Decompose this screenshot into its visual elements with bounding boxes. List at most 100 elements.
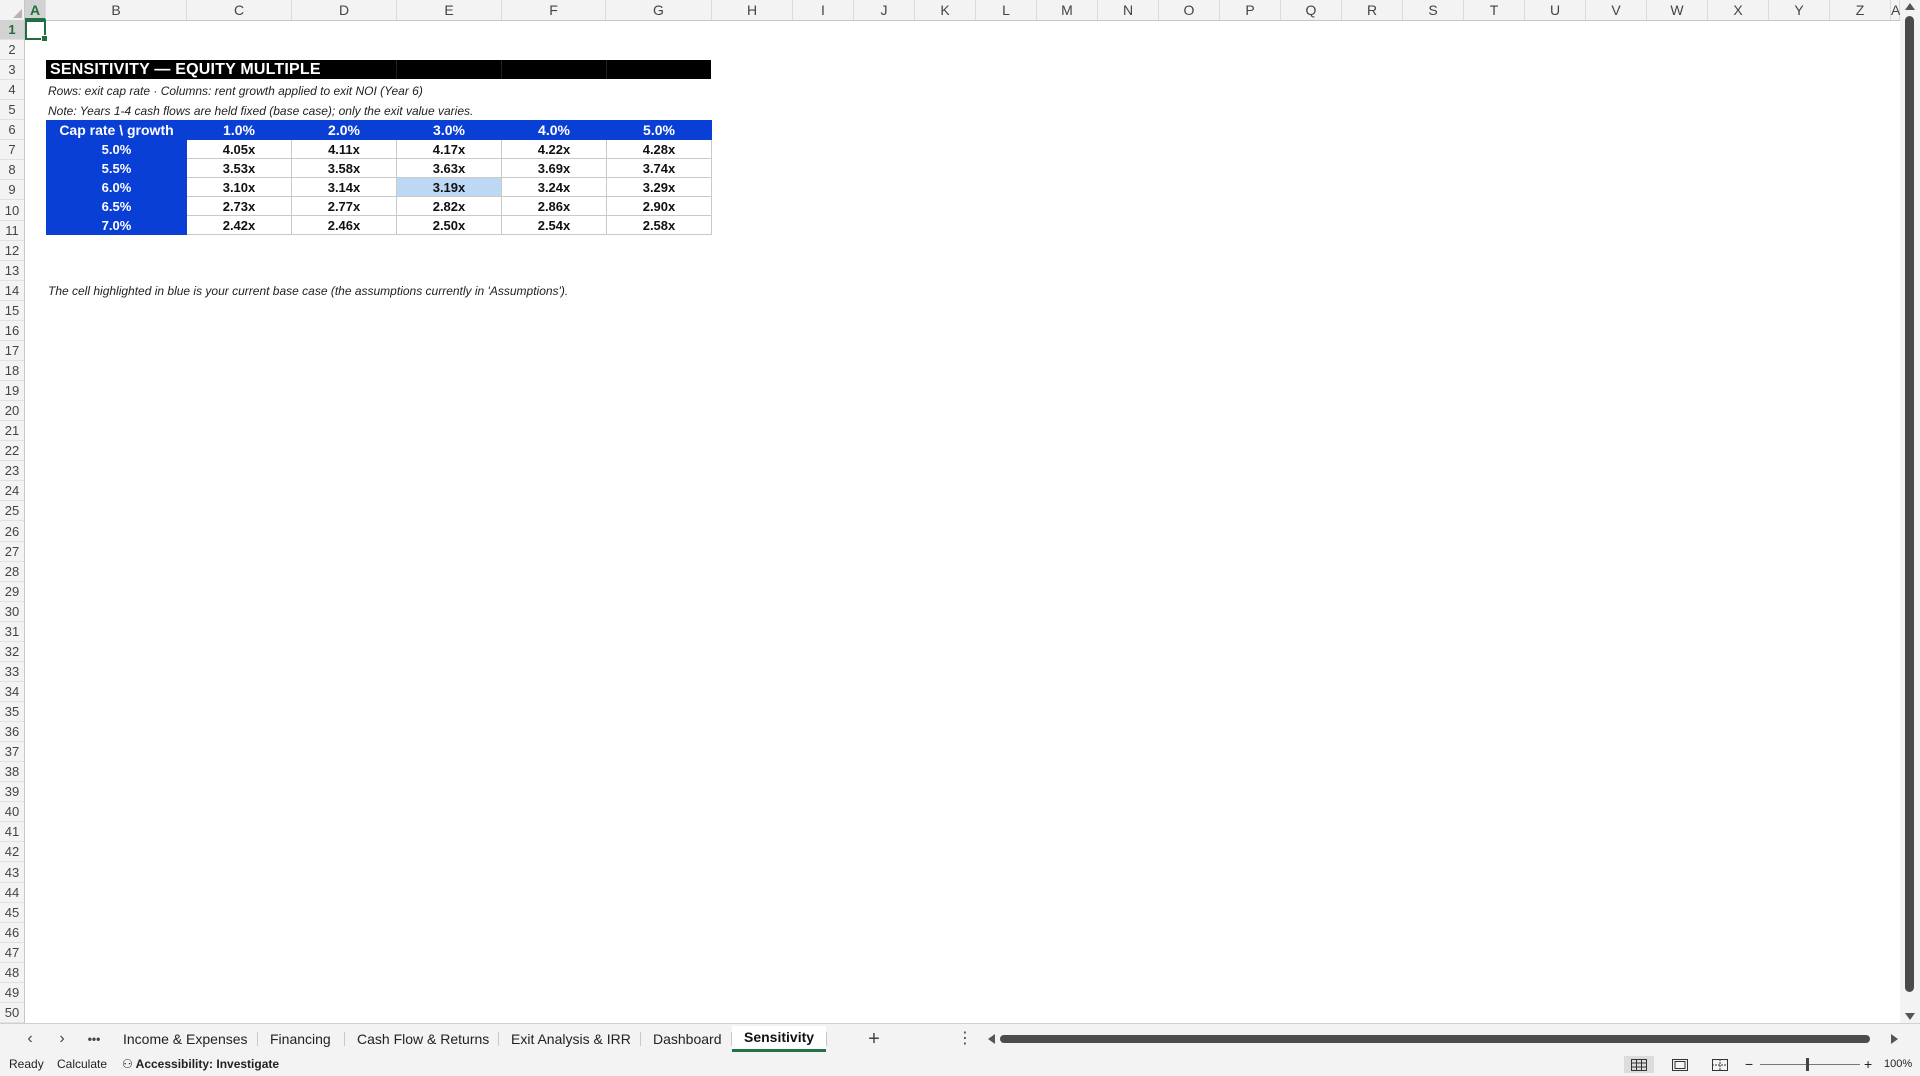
multiple-cell[interactable]: 2.73x — [186, 196, 292, 216]
corner-header-cell[interactable]: Cap rate \ growth — [46, 120, 187, 140]
column-header-f[interactable]: F — [502, 0, 606, 20]
multiple-cell[interactable]: 2.82x — [396, 196, 502, 216]
row-header-1[interactable]: 1 — [0, 20, 24, 40]
zoom-out-icon[interactable]: − — [1745, 1053, 1753, 1076]
row-header-39[interactable]: 39 — [0, 782, 24, 803]
multiple-cell[interactable]: 4.22x — [501, 139, 607, 159]
column-header-l[interactable]: L — [976, 0, 1037, 20]
row-header-46[interactable]: 46 — [0, 923, 24, 943]
multiple-cell[interactable]: 3.74x — [606, 158, 712, 178]
multiple-cell[interactable]: 3.14x — [291, 177, 397, 197]
accessibility-button[interactable]: ⚇ Accessibility: Investigate — [122, 1053, 279, 1076]
row-header-18[interactable]: 18 — [0, 361, 24, 382]
scroll-right-arrow-icon[interactable] — [1891, 1034, 1898, 1044]
active-cell-a1[interactable] — [25, 20, 48, 42]
row-header-28[interactable]: 28 — [0, 562, 24, 582]
row-header-7[interactable]: 7 — [0, 140, 24, 161]
zoom-in-icon[interactable]: + — [1864, 1053, 1872, 1076]
multiple-cell[interactable]: 3.63x — [396, 158, 502, 178]
column-header-i[interactable]: I — [793, 0, 854, 20]
row-header-21[interactable]: 21 — [0, 421, 24, 442]
multiple-cell[interactable]: 3.24x — [501, 177, 607, 197]
row-header-6[interactable]: 6 — [0, 120, 24, 141]
row-header-4[interactable]: 4 — [0, 80, 24, 101]
scroll-down-arrow-icon[interactable] — [1905, 1013, 1915, 1020]
row-header-14[interactable]: 14 — [0, 281, 24, 301]
row-header-17[interactable]: 17 — [0, 341, 24, 361]
column-header-y[interactable]: Y — [1769, 0, 1830, 20]
column-header-t[interactable]: T — [1464, 0, 1525, 20]
column-header-o[interactable]: O — [1159, 0, 1220, 20]
multiple-cell[interactable]: 3.58x — [291, 158, 397, 178]
multiple-cell[interactable]: 4.05x — [186, 139, 292, 159]
sheet-title-cell[interactable]: SENSITIVITY — EQUITY MULTIPLE — [46, 60, 711, 79]
row-header-25[interactable]: 25 — [0, 501, 24, 522]
row-header-11[interactable]: 11 — [0, 221, 24, 241]
column-header-z[interactable]: Z — [1830, 0, 1891, 20]
row-header-37[interactable]: 37 — [0, 742, 24, 763]
row-header-36[interactable]: 36 — [0, 722, 24, 743]
multiple-cell[interactable]: 2.86x — [501, 196, 607, 216]
column-header-u[interactable]: U — [1525, 0, 1586, 20]
column-header-a-partial[interactable]: A — [1891, 0, 1900, 20]
column-header-r[interactable]: R — [1342, 0, 1403, 20]
sheet-tab-dashboard[interactable]: Dashboard — [641, 1026, 734, 1052]
column-header-q[interactable]: Q — [1281, 0, 1342, 20]
multiple-cell[interactable]: 2.46x — [291, 215, 397, 235]
multiple-cell[interactable]: 4.28x — [606, 139, 712, 159]
zoom-level[interactable]: 100% — [1884, 1053, 1912, 1076]
row-header-38[interactable]: 38 — [0, 762, 24, 783]
multiple-cell[interactable]: 2.42x — [186, 215, 292, 235]
cap-rate-label-cell[interactable]: 5.0% — [46, 139, 187, 159]
growth-header-cell[interactable]: 4.0% — [501, 120, 607, 140]
row-header-19[interactable]: 19 — [0, 381, 24, 402]
growth-header-cell[interactable]: 1.0% — [186, 120, 292, 140]
column-header-c[interactable]: C — [187, 0, 292, 20]
normal-view-button[interactable] — [1624, 1056, 1654, 1073]
scroll-up-arrow-icon[interactable] — [1905, 3, 1915, 10]
growth-header-cell[interactable]: 2.0% — [291, 120, 397, 140]
cap-rate-label-cell[interactable]: 5.5% — [46, 158, 187, 178]
next-sheet-chevron-icon[interactable]: › — [50, 1028, 74, 1050]
row-header-35[interactable]: 35 — [0, 702, 24, 723]
row-header-20[interactable]: 20 — [0, 401, 24, 422]
sheet-tab-cash-flow-returns[interactable]: Cash Flow & Returns — [345, 1026, 501, 1052]
row-header-3[interactable]: 3 — [0, 60, 24, 81]
row-header-50[interactable]: 50 — [0, 1003, 24, 1023]
calculate-button[interactable]: Calculate — [57, 1053, 107, 1076]
column-header-v[interactable]: V — [1586, 0, 1647, 20]
row-header-48[interactable]: 48 — [0, 963, 24, 983]
sheet-tab-financing[interactable]: Financing — [258, 1026, 343, 1052]
sheet-tab-sensitivity[interactable]: Sensitivity — [732, 1026, 827, 1052]
column-header-g[interactable]: G — [606, 0, 712, 20]
cap-rate-label-cell[interactable]: 6.5% — [46, 196, 187, 216]
column-header-b[interactable]: B — [46, 0, 187, 20]
row-header-41[interactable]: 41 — [0, 822, 24, 843]
column-header-s[interactable]: S — [1403, 0, 1464, 20]
growth-header-cell[interactable]: 5.0% — [606, 120, 712, 140]
row-header-16[interactable]: 16 — [0, 321, 24, 341]
row-header-30[interactable]: 30 — [0, 602, 24, 622]
column-header-k[interactable]: K — [915, 0, 976, 20]
zoom-slider-thumb[interactable] — [1806, 1058, 1809, 1071]
add-sheet-button[interactable]: + — [862, 1028, 886, 1050]
row-header-47[interactable]: 47 — [0, 943, 24, 963]
column-header-x[interactable]: X — [1708, 0, 1769, 20]
row-header-13[interactable]: 13 — [0, 261, 24, 281]
row-header-42[interactable]: 42 — [0, 842, 24, 863]
row-header-5[interactable]: 5 — [0, 100, 24, 121]
horizontal-scroll-thumb[interactable] — [1000, 1035, 1870, 1043]
column-header-j[interactable]: J — [854, 0, 915, 20]
more-sheets-icon[interactable]: ••• — [82, 1028, 106, 1050]
multiple-cell[interactable]: 4.11x — [291, 139, 397, 159]
multiple-cell[interactable]: 2.90x — [606, 196, 712, 216]
tab-options-icon[interactable]: ⋮ — [953, 1028, 977, 1050]
cap-rate-label-cell[interactable]: 6.0% — [46, 177, 187, 197]
column-header-e[interactable]: E — [397, 0, 502, 20]
vertical-scrollbar[interactable] — [1900, 0, 1920, 1023]
row-header-44[interactable]: 44 — [0, 883, 24, 903]
horizontal-scrollbar[interactable] — [988, 1033, 1898, 1045]
row-header-12[interactable]: 12 — [0, 241, 24, 261]
row-header-24[interactable]: 24 — [0, 481, 24, 502]
sheet-tab-exit-analysis-irr[interactable]: Exit Analysis & IRR — [499, 1026, 643, 1052]
